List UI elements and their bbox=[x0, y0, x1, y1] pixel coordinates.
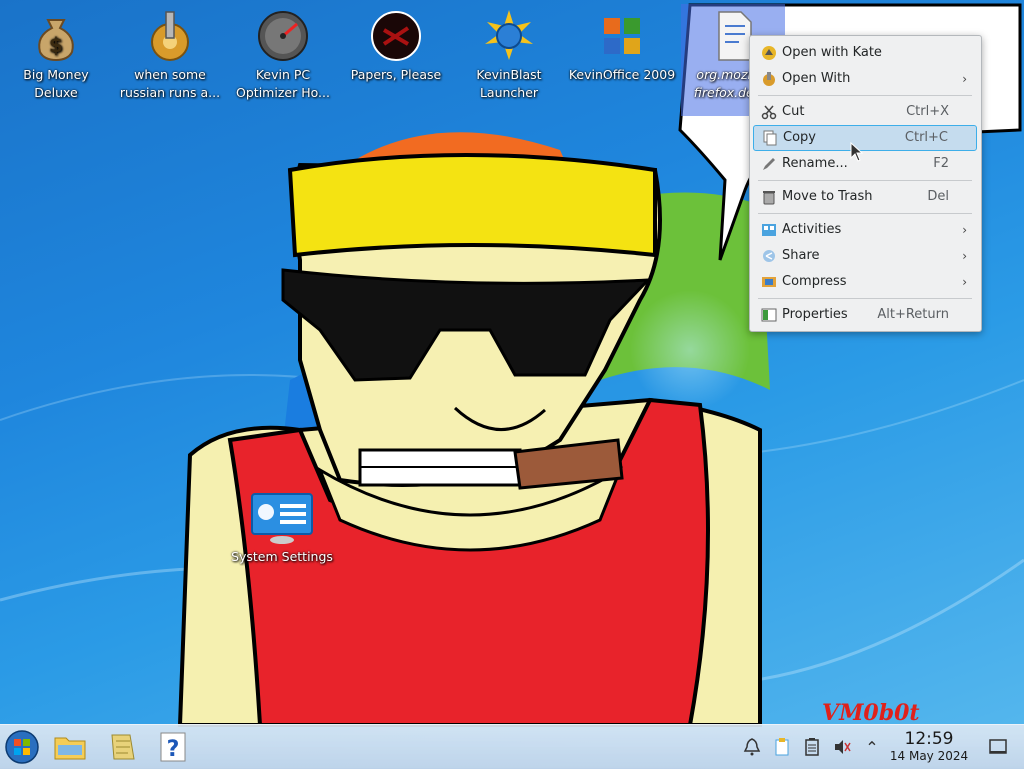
papers-please-icon bbox=[371, 11, 421, 61]
menu-item-compress[interactable]: Compress › bbox=[753, 269, 977, 295]
desktop-icon-russian-runs[interactable]: when some russian runs a... bbox=[114, 4, 226, 102]
activities-icon bbox=[762, 224, 776, 236]
menu-item-open-with-kate[interactable]: Open with Kate bbox=[753, 40, 977, 66]
desktop-icon-big-money-deluxe[interactable]: $ Big Money Deluxe bbox=[0, 4, 112, 102]
context-menu: Open with Kate Open With › Cut Ctrl+X Co… bbox=[749, 35, 982, 332]
notifications-icon[interactable] bbox=[742, 737, 762, 757]
menu-item-label: Open With bbox=[782, 71, 851, 86]
menu-item-share[interactable]: Share › bbox=[753, 243, 977, 269]
battery-icon[interactable] bbox=[802, 737, 822, 757]
menu-item-label: Share bbox=[782, 248, 820, 263]
menu-item-shortcut: Ctrl+X bbox=[906, 104, 949, 119]
menu-item-label: Cut bbox=[782, 104, 805, 119]
chevron-right-icon: › bbox=[962, 223, 967, 237]
chevron-right-icon: › bbox=[962, 249, 967, 263]
speedometer-icon bbox=[258, 11, 308, 61]
show-desktop-icon[interactable] bbox=[988, 737, 1008, 757]
chevron-right-icon: › bbox=[962, 72, 967, 86]
compress-icon bbox=[762, 277, 776, 287]
open-with-icon bbox=[763, 72, 775, 86]
menu-item-label: Properties bbox=[782, 307, 848, 322]
menu-item-label: Activities bbox=[782, 222, 842, 237]
expand-tray-icon[interactable]: ⌃ bbox=[862, 737, 882, 757]
sun-globe-icon bbox=[485, 10, 533, 60]
menu-item-shortcut: Alt+Return bbox=[877, 307, 949, 322]
trash-icon bbox=[763, 191, 775, 205]
menu-item-activities[interactable]: Activities › bbox=[753, 217, 977, 243]
menu-item-shortcut: Ctrl+C bbox=[904, 130, 948, 145]
menu-separator bbox=[758, 298, 972, 299]
watermark-text: VM0b0t bbox=[822, 700, 920, 726]
desktop-icon-label: System Settings bbox=[231, 549, 333, 564]
menu-item-label: Move to Trash bbox=[782, 189, 873, 204]
desktop-icon-kevinoffice-2009[interactable]: KevinOffice 2009 bbox=[566, 4, 678, 84]
chevron-right-icon: › bbox=[962, 275, 967, 289]
menu-item-shortcut: Del bbox=[927, 189, 949, 204]
menu-item-label: Open with Kate bbox=[782, 45, 882, 60]
office-logo-icon bbox=[604, 18, 640, 54]
menu-item-shortcut: F2 bbox=[933, 156, 949, 171]
desktop-icon-kevin-pc-optimizer[interactable]: Kevin PC Optimizer Ho... bbox=[227, 4, 339, 102]
svg-text:?: ? bbox=[167, 737, 180, 762]
desktop-icon-label: Big Money Deluxe bbox=[23, 67, 89, 100]
desktop-icon-papers-please[interactable]: Papers, Please bbox=[340, 4, 452, 84]
menu-item-label: Rename... bbox=[782, 156, 848, 171]
rename-pencil-icon bbox=[763, 158, 775, 170]
menu-item-properties[interactable]: Properties Alt+Return bbox=[753, 302, 977, 328]
menu-item-open-with[interactable]: Open With › bbox=[753, 66, 977, 92]
copy-icon bbox=[763, 130, 777, 146]
desktop-icon-system-settings[interactable]: System Settings bbox=[226, 486, 338, 566]
start-orb-icon[interactable] bbox=[4, 729, 40, 765]
desktop-icon-label: when some russian runs a... bbox=[119, 67, 221, 100]
menu-separator bbox=[758, 95, 972, 96]
desktop-icon-kevinblast-launcher[interactable]: KevinBlast Launcher bbox=[453, 4, 565, 102]
scissors-icon bbox=[761, 105, 777, 120]
menu-item-move-to-trash[interactable]: Move to Trash Del bbox=[753, 184, 977, 210]
system-settings-icon bbox=[251, 493, 313, 544]
properties-icon bbox=[761, 308, 777, 322]
desktop-icon-label: KevinOffice 2009 bbox=[568, 67, 676, 82]
menu-item-rename[interactable]: Rename... F2 bbox=[753, 151, 977, 177]
menu-item-cut[interactable]: Cut Ctrl+X bbox=[753, 99, 977, 125]
file-manager-icon[interactable] bbox=[52, 729, 88, 765]
menu-separator bbox=[758, 180, 972, 181]
menu-item-label: Compress bbox=[782, 274, 847, 289]
volume-muted-icon[interactable] bbox=[832, 737, 852, 757]
desktop-icon-label: Papers, Please bbox=[350, 67, 442, 82]
clock-time[interactable]: 12:59 bbox=[886, 729, 972, 749]
help-icon[interactable]: ? bbox=[155, 729, 191, 765]
taskbar: ? ⌃ 12:59 14 May 2024 bbox=[0, 724, 1024, 769]
mouse-cursor-icon bbox=[850, 142, 864, 162]
menu-separator bbox=[758, 213, 972, 214]
desktop-icon-label: Kevin PC Optimizer Ho... bbox=[236, 67, 330, 100]
clock-date[interactable]: 14 May 2024 bbox=[886, 749, 972, 763]
menu-item-label: Copy bbox=[783, 130, 816, 145]
notes-icon[interactable] bbox=[104, 729, 140, 765]
money-bag-icon: $ bbox=[38, 19, 74, 62]
kate-icon bbox=[762, 46, 776, 60]
svg-text:$: $ bbox=[49, 33, 63, 57]
menu-item-copy[interactable]: Copy Ctrl+C bbox=[753, 125, 977, 151]
share-icon bbox=[763, 250, 775, 262]
desktop-icon-label: KevinBlast Launcher bbox=[476, 67, 542, 100]
clipboard-icon[interactable] bbox=[772, 737, 792, 757]
gear-icon bbox=[151, 11, 189, 61]
